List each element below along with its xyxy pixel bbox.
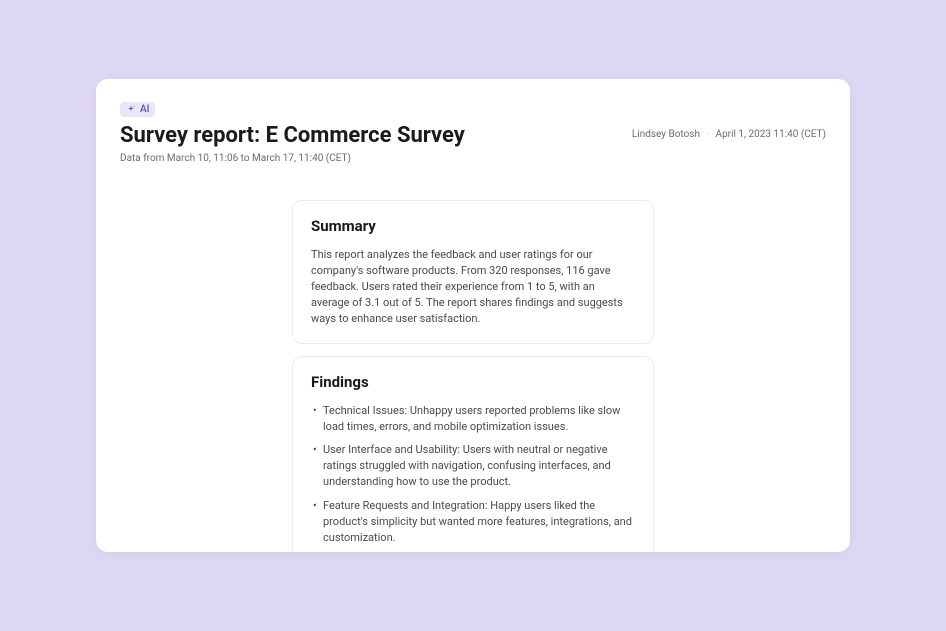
header-row: Survey report: E Commerce Survey Lindsey… [120, 123, 826, 149]
author-name: Lindsey Botosh [632, 129, 700, 140]
summary-body: This report analyzes the feedback and us… [311, 247, 635, 327]
findings-heading: Findings [311, 373, 635, 391]
summary-heading: Summary [311, 217, 635, 235]
summary-card: Summary This report analyzes the feedbac… [292, 200, 654, 344]
sparkle-icon [126, 104, 136, 114]
meta-line: Lindsey Botosh · April 1, 2023 11:40 (CE… [632, 129, 826, 140]
page-title: Survey report: E Commerce Survey [120, 123, 465, 149]
findings-item: Feature Requests and Integration: Happy … [311, 498, 635, 546]
ai-badge: AI [120, 102, 155, 117]
findings-card: Findings Technical Issues: Unhappy users… [292, 356, 654, 552]
ai-badge-label: AI [140, 104, 149, 115]
findings-item: User Interface and Usability: Users with… [311, 442, 635, 490]
date-range-subtext: Data from March 10, 11:06 to March 17, 1… [120, 153, 826, 164]
separator-dot: · [706, 129, 709, 140]
timestamp: April 1, 2023 11:40 (CET) [716, 129, 826, 140]
content-area: Summary This report analyzes the feedbac… [120, 200, 826, 552]
document-page: AI Survey report: E Commerce Survey Lind… [96, 79, 850, 552]
findings-item: Technical Issues: Unhappy users reported… [311, 403, 635, 435]
findings-list: Technical Issues: Unhappy users reported… [311, 403, 635, 552]
